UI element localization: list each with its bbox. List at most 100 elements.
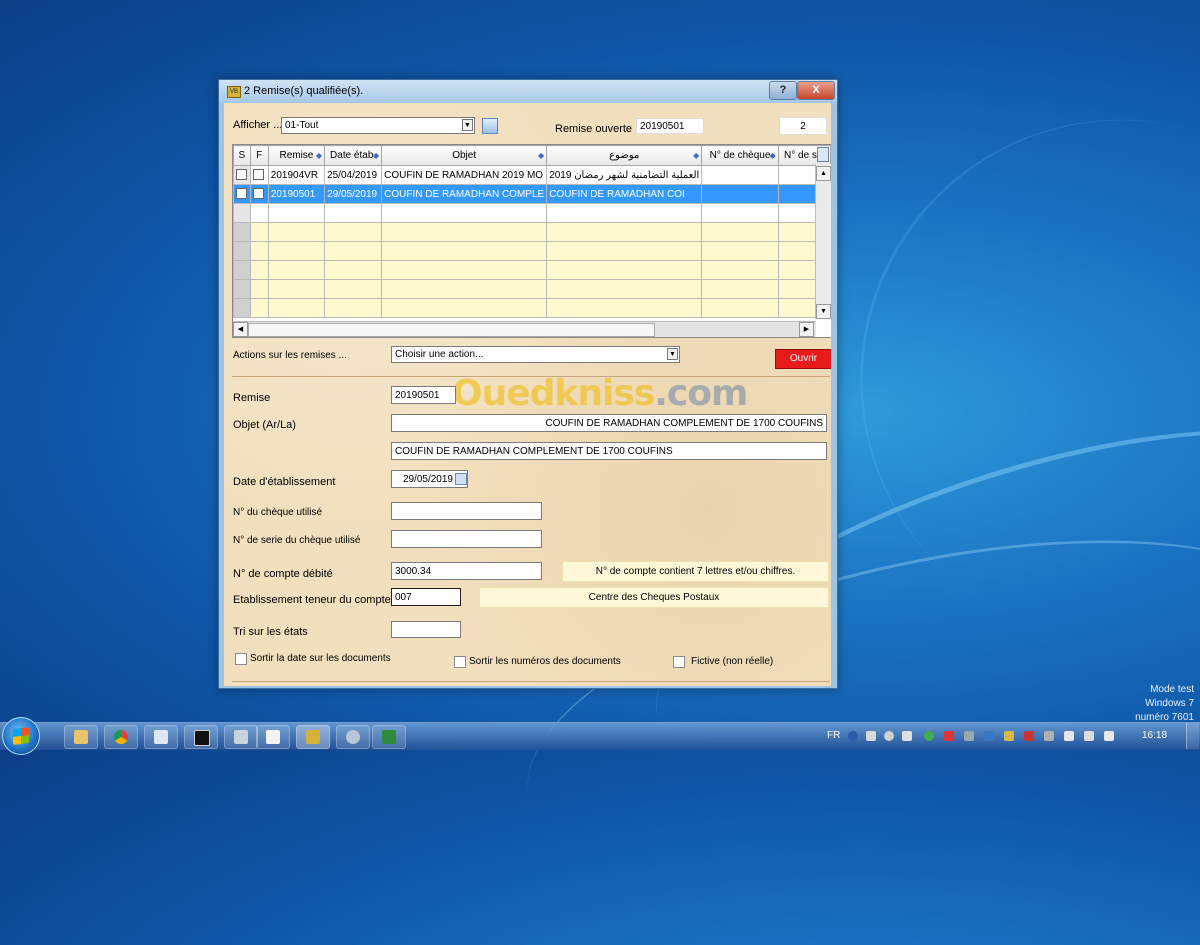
- actions-select[interactable]: Choisir une action... ▼: [391, 346, 680, 363]
- serie-field[interactable]: [391, 530, 542, 548]
- horizontal-scroll-thumb[interactable]: [248, 323, 655, 337]
- list-view-icon[interactable]: [482, 118, 498, 134]
- col-header-remise[interactable]: Remise ◆: [267, 145, 326, 166]
- col-header-s[interactable]: S: [233, 145, 251, 166]
- chevron-down-icon[interactable]: ▼: [462, 119, 473, 131]
- cheque-label: N° du chèque utilisé: [233, 507, 323, 518]
- tray-arrow-icon[interactable]: [866, 731, 876, 741]
- compte-field[interactable]: 3000.34: [391, 562, 542, 580]
- scroll-right-icon[interactable]: ▶: [799, 322, 814, 337]
- sortir-date-checkbox[interactable]: [235, 653, 247, 665]
- taskbar-notepad[interactable]: [256, 725, 290, 749]
- windows-logo-icon: [13, 727, 29, 745]
- s-cell[interactable]: [233, 165, 251, 185]
- taskbar-spreadsheet[interactable]: [372, 725, 406, 749]
- section-divider: [232, 376, 830, 377]
- network-icon[interactable]: [1084, 731, 1094, 741]
- remises-grid[interactable]: S F Remise ◆ Date étab. ◆ Objet ◆ موضوع ◆ N°…: [232, 144, 831, 338]
- col-header-cheque[interactable]: N° de chèque ◆: [701, 145, 779, 166]
- notepad-icon: [266, 730, 280, 744]
- alert-icon[interactable]: [944, 731, 954, 741]
- tray-record-icon[interactable]: [1024, 731, 1034, 741]
- chevron-down-icon[interactable]: ▼: [667, 348, 678, 360]
- close-button[interactable]: X: [797, 81, 835, 100]
- f-checkbox[interactable]: [252, 188, 264, 200]
- watermark-brand: Ouedkniss: [452, 373, 655, 414]
- select-checkbox[interactable]: [236, 169, 247, 181]
- remise-cell: 201904VR: [267, 165, 326, 185]
- flag-icon[interactable]: [1064, 731, 1074, 741]
- table-row[interactable]: 201904VR 25/04/2019 COUFIN DE RAMADHAN 2…: [233, 165, 831, 185]
- window-title: 2 Remise(s) qualifiée(s).: [244, 85, 364, 97]
- afficher-label: Afficher ...: [233, 119, 283, 131]
- f-cell[interactable]: [249, 165, 269, 185]
- taskbar-app[interactable]: [144, 725, 178, 749]
- tray-shield-icon[interactable]: [984, 731, 994, 741]
- date-cell: 29/05/2019: [324, 184, 383, 204]
- volume-icon[interactable]: [1104, 731, 1114, 741]
- fictive-checkbox[interactable]: [673, 656, 685, 668]
- terminal-icon: [194, 730, 210, 746]
- empty-row: [233, 279, 831, 299]
- security-icon[interactable]: [924, 731, 934, 741]
- taskbar-chrome[interactable]: [104, 725, 138, 749]
- help-tray-icon[interactable]: [848, 731, 858, 741]
- taskbar-remises-app[interactable]: [296, 725, 330, 749]
- compte-info: N° de compte contient 7 lettres et/ou ch…: [562, 561, 829, 582]
- select-checkbox[interactable]: [236, 188, 247, 200]
- empty-row: [233, 298, 831, 318]
- taskbar-tool[interactable]: [336, 725, 370, 749]
- cheque-field[interactable]: [391, 502, 542, 520]
- etab-field[interactable]: 007: [391, 588, 461, 606]
- col-header-objet[interactable]: Objet ◆: [381, 145, 548, 166]
- tri-label: Tri sur les états: [233, 626, 308, 638]
- sort-icon: ◆: [769, 151, 776, 160]
- tray-misc-icon[interactable]: [1044, 731, 1054, 741]
- column-chooser-icon[interactable]: [817, 147, 829, 162]
- help-button[interactable]: ?: [769, 81, 797, 100]
- ouedkniss-watermark: Ouedkniss.com: [452, 373, 748, 414]
- tray-device-icon[interactable]: [902, 731, 912, 741]
- objet-la-field[interactable]: COUFIN DE RAMADHAN COMPLEMENT DE 1700 CO…: [391, 442, 827, 460]
- scroll-up-icon[interactable]: ▲: [816, 166, 831, 181]
- scroll-left-icon[interactable]: ◀: [233, 322, 248, 337]
- vertical-scrollbar[interactable]: ▲ ▼: [815, 164, 831, 319]
- title-bar[interactable]: VB 2 Remise(s) qualifiée(s). ? X: [219, 80, 837, 102]
- remise-label: Remise: [233, 392, 271, 404]
- taskbar-keyboard[interactable]: [224, 725, 258, 749]
- tri-field[interactable]: [391, 621, 461, 638]
- f-checkbox[interactable]: [252, 169, 264, 181]
- cheque-cell: [701, 165, 779, 185]
- col-header-date[interactable]: Date étab. ◆: [324, 145, 383, 166]
- calendar-icon[interactable]: [455, 473, 467, 485]
- sort-icon: ◆: [315, 151, 323, 160]
- tray-app-icon[interactable]: [884, 731, 894, 741]
- remise-ouverte-field: 20190501: [636, 118, 704, 134]
- window-client: Afficher ... 01-Tout ▼ Remise ouverte 20…: [224, 103, 831, 686]
- taskbar-console[interactable]: [184, 725, 218, 749]
- show-desktop-button[interactable]: [1186, 723, 1199, 749]
- language-indicator[interactable]: FR: [827, 730, 840, 741]
- taskbar-explorer[interactable]: [64, 725, 98, 749]
- clock[interactable]: 16:18: [1142, 730, 1167, 741]
- folder-icon: [74, 730, 88, 744]
- s-cell[interactable]: [233, 184, 251, 204]
- sortir-num-checkbox[interactable]: [454, 656, 466, 668]
- tray-folder-icon[interactable]: [1004, 731, 1014, 741]
- spreadsheet-icon: [382, 730, 396, 744]
- tray-tool-icon[interactable]: [964, 731, 974, 741]
- scroll-down-icon[interactable]: ▼: [816, 304, 831, 319]
- col-header-objet-ar[interactable]: موضوع ◆: [546, 145, 703, 166]
- remise-field[interactable]: 20190501: [391, 386, 456, 404]
- col-header-f[interactable]: F: [249, 145, 269, 166]
- table-row-selected[interactable]: 20190501 29/05/2019 COUFIN DE RAMADHAN C…: [233, 184, 831, 204]
- objet-ar-field[interactable]: COUFIN DE RAMADHAN COMPLEMENT DE 1700 CO…: [391, 414, 827, 432]
- objet-cell: COUFIN DE RAMADHAN 2019 MO: [381, 165, 548, 185]
- afficher-select[interactable]: 01-Tout ▼: [281, 117, 475, 134]
- ouvrir-button[interactable]: Ouvrir: [775, 349, 831, 369]
- start-button[interactable]: [2, 717, 40, 755]
- f-cell[interactable]: [249, 184, 269, 204]
- cheque-cell: [701, 184, 779, 204]
- horizontal-scrollbar[interactable]: ◀ ▶: [233, 321, 816, 337]
- empty-row: [233, 241, 831, 261]
